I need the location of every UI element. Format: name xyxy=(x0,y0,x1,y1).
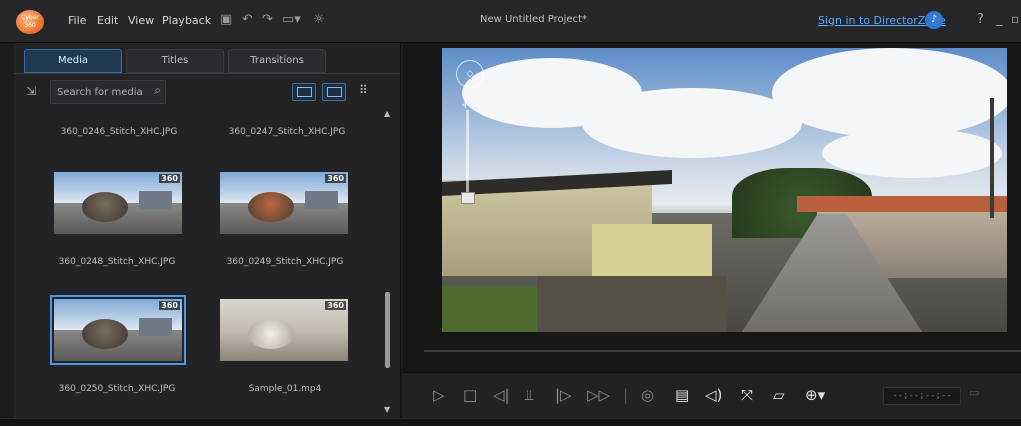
thumbnail-view-icon xyxy=(327,87,342,97)
zoom-slider-knob[interactable] xyxy=(461,192,475,204)
seek-bar[interactable] xyxy=(424,350,1021,352)
undo-icon[interactable]: ↶ xyxy=(242,12,253,27)
media-thumbnail[interactable]: 360 xyxy=(220,172,348,234)
settings-icon[interactable]: ☼ xyxy=(313,12,325,27)
media-caption[interactable]: 360_0247_Stitch_XHC.JPG xyxy=(212,127,362,137)
thumb-building xyxy=(138,190,172,210)
next-frame-icon[interactable]: |▷ xyxy=(555,386,572,404)
cloud xyxy=(582,88,802,158)
thumb-pano-center xyxy=(82,318,129,349)
view-thumbnails-button[interactable] xyxy=(322,83,346,101)
volume-icon[interactable]: ◁) xyxy=(705,386,722,404)
media-caption[interactable]: 360_0246_Stitch_XHC.JPG xyxy=(44,127,194,137)
tab-media[interactable]: Media xyxy=(24,49,122,73)
fullscreen-icon[interactable]: ⤧ xyxy=(741,386,753,404)
restore-button[interactable]: ▫ xyxy=(1011,12,1019,26)
timecode-display: --;--;--;-- xyxy=(883,387,961,405)
search-box: ⌕ xyxy=(50,80,166,104)
save-icon[interactable]: ▣ xyxy=(220,12,232,27)
tab-divider xyxy=(14,73,400,74)
360-badge: 360 xyxy=(325,301,346,310)
cloud xyxy=(822,128,1002,178)
grid-icon[interactable]: ⠿ xyxy=(359,83,368,97)
tab-titles[interactable]: Titles xyxy=(126,49,224,73)
menu-edit[interactable]: Edit xyxy=(97,14,118,27)
split-icon[interactable]: ⫫ xyxy=(525,386,533,404)
logo-text: Cyber 360 xyxy=(21,14,39,29)
stone-wall xyxy=(537,276,727,332)
fast-forward-icon[interactable]: ▷▷ xyxy=(587,386,610,404)
redo-icon[interactable]: ↷ xyxy=(262,12,273,27)
media-caption[interactable]: 360_0248_Stitch_XHC.JPG xyxy=(42,257,192,267)
stop-icon[interactable]: □ xyxy=(463,386,477,404)
utility-pole xyxy=(990,98,994,218)
360-badge: 360 xyxy=(159,301,180,310)
media-caption[interactable]: 360_0250_Stitch_XHC.JPG xyxy=(42,384,192,394)
roof-right xyxy=(797,196,1007,212)
scrollbar-thumb[interactable] xyxy=(385,292,390,368)
media-grid: 360_0246_Stitch_XHC.JPG 360_0247_Stitch_… xyxy=(14,109,382,418)
notification-icon[interactable]: ♪ xyxy=(925,11,943,29)
import-media-icon[interactable]: ⇲ xyxy=(26,84,36,98)
minimize-button[interactable]: _ xyxy=(996,12,1003,27)
player-controls: ▷ □ ◁| ⫫ |▷ ▷▷ | ◎ ▤ ◁) ⤧ ▱ ⊕▾ --;--;--;… xyxy=(403,372,1021,419)
media-scrollbar[interactable]: ▲ ▼ xyxy=(383,109,393,414)
menu-view[interactable]: View xyxy=(128,14,154,27)
menu-file[interactable]: File xyxy=(68,14,86,27)
360-badge: 360 xyxy=(325,174,346,183)
media-thumbnail-selected[interactable]: 360 xyxy=(50,295,186,365)
house-yellow xyxy=(592,224,712,282)
menu-playback[interactable]: Playback xyxy=(162,14,211,27)
preview-video[interactable] xyxy=(442,48,1007,332)
undock-icon[interactable]: ▱ xyxy=(773,386,785,404)
view-details-button[interactable] xyxy=(292,83,316,101)
quality-dropdown[interactable]: ▭ xyxy=(969,386,979,399)
zoom-slider[interactable] xyxy=(466,110,469,198)
thumb-pano-center xyxy=(82,191,129,222)
thumb-building xyxy=(138,317,172,337)
subtitles-icon[interactable]: ▤ xyxy=(675,386,689,404)
play-icon[interactable]: ▷ xyxy=(433,386,445,404)
media-library-panel: Media Titles Transitions ⇲ ⌕ ⠿ 360_0246_… xyxy=(14,43,401,418)
thumb-pano-center xyxy=(248,191,295,222)
media-caption[interactable]: Sample_01.mp4 xyxy=(210,384,360,394)
window-title: New Untitled Project* xyxy=(480,14,587,25)
details-view-icon xyxy=(297,87,312,97)
thumb-pano-center xyxy=(248,318,295,349)
scroll-up-icon[interactable]: ▲ xyxy=(384,109,390,118)
produce-icon[interactable]: ▭▾ xyxy=(282,12,301,27)
360-view-icon[interactable]: ⊕▾ xyxy=(805,386,825,404)
search-icon[interactable]: ⌕ xyxy=(154,83,161,98)
360-badge: 360 xyxy=(159,174,180,183)
search-input[interactable] xyxy=(55,83,145,101)
previous-frame-icon[interactable]: ◁| xyxy=(493,386,510,404)
separator: | xyxy=(623,386,629,404)
media-thumbnail[interactable]: 360 xyxy=(220,299,348,361)
snapshot-icon[interactable]: ◎ xyxy=(641,386,654,404)
pan-navigation-icon[interactable]: ◇ xyxy=(456,60,484,88)
app-logo: Cyber 360 xyxy=(16,10,44,34)
thumb-building xyxy=(304,190,338,210)
help-button[interactable]: ? xyxy=(977,12,984,27)
scroll-down-icon[interactable]: ▼ xyxy=(384,405,390,414)
cloud xyxy=(772,48,1007,138)
media-caption[interactable]: 360_0249_Stitch_XHC.JPG xyxy=(210,257,360,267)
tab-transitions[interactable]: Transitions xyxy=(228,49,326,73)
media-thumbnail[interactable]: 360 xyxy=(54,172,182,234)
menu-bar: Cyber 360 File Edit View Playback ▣ ↶ ↷ … xyxy=(0,0,1021,43)
